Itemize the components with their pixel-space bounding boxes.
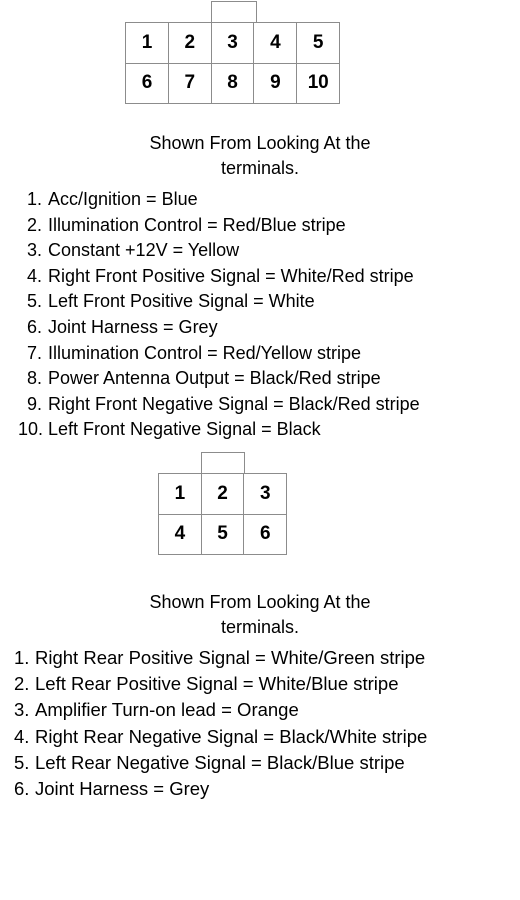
pin-cell-10: 10 [297, 63, 340, 104]
pinout-description: Right Rear Positive Signal = White/Green… [35, 647, 426, 668]
caption-line-1: Shown From Looking At the [149, 133, 371, 153]
pin-cell-1: 1 [159, 474, 202, 515]
pinout-number: 3. [14, 699, 30, 721]
connector-pin-grid-rear: 1 2 3 4 5 6 [158, 473, 287, 555]
pin-cell-6: 6 [126, 63, 169, 104]
pinout-number: 3. [26, 240, 42, 261]
connector-pin-grid-front: 1 2 3 4 5 6 7 8 9 10 [125, 22, 340, 104]
pinout-description: Acc/Ignition = Blue [48, 189, 198, 209]
pin-cell-3: 3 [211, 23, 255, 64]
caption-line-1: Shown From Looking At the [149, 592, 371, 612]
pinout-row: 2. Illumination Control = Red/Blue strip… [18, 213, 420, 239]
pinout-row: 1. Acc/Ignition = Blue [18, 187, 420, 213]
pinout-row: 6. Joint Harness = Grey [14, 776, 427, 802]
pinout-row: 1. Right Rear Positive Signal = White/Gr… [14, 645, 427, 671]
pinout-row: 9. Right Front Negative Signal = Black/R… [18, 392, 420, 418]
pinout-description: Joint Harness = Grey [35, 778, 210, 800]
pinout-row: 8. Power Antenna Output = Black/Red stri… [18, 366, 420, 392]
pinout-description: Right Front Negative Signal = Black/Red … [48, 393, 420, 414]
pin-cell-6: 6 [244, 514, 287, 555]
pin-cell-8: 8 [211, 63, 255, 104]
pinout-description: Joint Harness = Grey [48, 316, 218, 337]
connector-caption-rear: Shown From Looking At the terminals. [0, 590, 520, 640]
pinout-description: Right Front Positive Signal = White/Red … [48, 265, 414, 286]
pinout-list-rear: 1. Right Rear Positive Signal = White/Gr… [14, 645, 427, 802]
pinout-row: 3. Constant +12V = Yellow [18, 238, 420, 264]
pin-cell-9: 9 [254, 63, 298, 104]
pinout-number: 9. [26, 393, 42, 414]
pinout-row: 4. Right Rear Negative Signal = Black/Wh… [14, 724, 427, 750]
pin-cell-7: 7 [168, 63, 212, 104]
pinout-number: 4. [14, 725, 30, 747]
pin-cell-2: 2 [201, 474, 245, 515]
pin-cell-4: 4 [159, 514, 202, 555]
pinout-row: 4. Right Front Positive Signal = White/R… [18, 264, 420, 290]
connector-caption-front: Shown From Looking At the terminals. [0, 131, 520, 181]
pinout-number: 7. [26, 342, 42, 363]
pinout-description: Power Antenna Output = Black/Red stripe [48, 368, 381, 389]
pinout-description: Left Rear Negative Signal = Black/Blue s… [35, 751, 405, 773]
pinout-row: 5. Left Front Positive Signal = White [18, 289, 420, 315]
pinout-number: 1. [14, 647, 30, 668]
connector-keying-tab-rear [201, 452, 245, 473]
pinout-number: 6. [26, 316, 42, 337]
pinout-number: 8. [26, 368, 42, 389]
pinout-number: 5. [26, 291, 42, 312]
pinout-number: 2. [14, 673, 30, 695]
pinout-row: 10. Left Front Negative Signal = Black [18, 417, 420, 443]
pinout-description: Illumination Control = Red/Yellow stripe [48, 342, 361, 363]
pinout-row: 7. Illumination Control = Red/Yellow str… [18, 341, 420, 367]
caption-line-2: terminals. [220, 158, 300, 178]
pinout-description: Amplifier Turn-on lead = Orange [35, 699, 299, 721]
pinout-number: 6. [14, 778, 30, 800]
pinout-description: Constant +12V = Yellow [48, 240, 240, 261]
pin-cell-4: 4 [254, 23, 298, 64]
pinout-description: Right Rear Negative Signal = Black/White… [35, 725, 428, 747]
pinout-row: 5. Left Rear Negative Signal = Black/Blu… [14, 750, 427, 776]
pin-cell-5: 5 [201, 514, 245, 555]
pin-cell-2: 2 [168, 23, 212, 64]
pin-cell-1: 1 [126, 23, 169, 64]
caption-line-2: terminals. [220, 617, 300, 637]
pinout-description: Illumination Control = Red/Blue stripe [48, 214, 346, 235]
connector-keying-tab-front [211, 1, 257, 23]
pinout-row: 3. Amplifier Turn-on lead = Orange [14, 697, 427, 723]
pinout-description: Left Front Positive Signal = White [48, 291, 315, 312]
pinout-description: Left Front Negative Signal = Black [48, 419, 321, 440]
pinout-number: 2. [26, 214, 42, 235]
pinout-row: 6. Joint Harness = Grey [18, 315, 420, 341]
pin-cell-3: 3 [244, 474, 287, 515]
pin-cell-5: 5 [297, 23, 340, 64]
pinout-number: 10. [18, 419, 44, 440]
pinout-list-front: 1. Acc/Ignition = Blue 2. Illumination C… [18, 187, 420, 443]
pinout-description: Left Rear Positive Signal = White/Blue s… [35, 673, 399, 695]
pinout-number: 1. [26, 189, 42, 209]
pinout-row: 2. Left Rear Positive Signal = White/Blu… [14, 671, 427, 697]
pinout-number: 5. [14, 751, 30, 773]
pinout-number: 4. [26, 265, 42, 286]
